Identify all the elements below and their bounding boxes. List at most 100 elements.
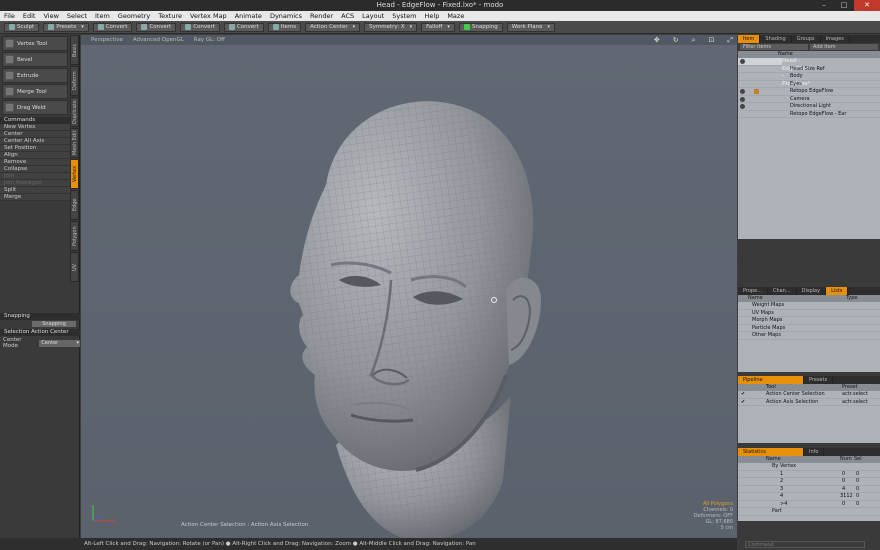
table-row[interactable]: 200	[738, 478, 880, 486]
list-item[interactable]: Head - EdgeFlow - Fixed.lxo*	[738, 58, 810, 87]
filter-items-dropdown[interactable]: Filter Items	[740, 44, 808, 50]
symmetry-dropdown[interactable]: Symmetry: X	[364, 22, 418, 32]
center-mode-select[interactable]: Center	[39, 339, 80, 347]
list-item[interactable]: Camera	[738, 96, 880, 103]
tab-groups[interactable]: Groups	[792, 35, 821, 43]
tab-statistics[interactable]: Statistics	[738, 448, 804, 456]
visibility-eye-icon[interactable]	[740, 59, 745, 64]
menu-edit[interactable]: Edit	[19, 11, 40, 21]
check-icon[interactable]: ✔	[741, 391, 745, 399]
tab-basic[interactable]: Basic	[70, 35, 79, 65]
drag-weld-button[interactable]: Drag Weld	[2, 100, 68, 115]
table-row[interactable]: >4 0 0	[738, 500, 880, 508]
convert-button-3[interactable]: Convert	[180, 22, 220, 32]
tab-info[interactable]: Info	[804, 448, 825, 456]
list-item[interactable]: Retopo EdgeFlow - Ear	[738, 111, 880, 118]
3d-viewport[interactable]: Perspective Advanced OpenGL Ray GL: Off …	[81, 35, 737, 542]
table-row[interactable]: 4 3112 0	[738, 493, 880, 501]
menu-maze[interactable]: Maze	[443, 11, 468, 21]
cmd-set-position[interactable]: Set Position	[0, 145, 70, 152]
list-item[interactable]: UV Maps	[738, 310, 880, 317]
lock-icon[interactable]	[754, 89, 759, 94]
view-advanced-opengl[interactable]: Advanced OpenGL	[133, 37, 184, 43]
rotate-view-icon[interactable]: ↻	[673, 36, 679, 44]
table-row[interactable]: 340	[738, 485, 880, 493]
tab-shading[interactable]: Shading	[760, 35, 792, 43]
menu-dynamics[interactable]: Dynamics	[266, 11, 306, 21]
menu-animate[interactable]: Animate	[231, 11, 266, 21]
tab-vertex[interactable]: Vertex	[70, 159, 79, 189]
menu-render[interactable]: Render	[306, 11, 337, 21]
items-button[interactable]: Items	[267, 22, 302, 32]
check-icon[interactable]: ✔	[741, 399, 745, 407]
menu-file[interactable]: File	[0, 11, 19, 21]
list-item[interactable]: Body	[738, 73, 880, 81]
table-row[interactable]: ✔ Action Axis Selection actr.select	[738, 399, 880, 407]
cmd-new-vertex[interactable]: New Vertex	[0, 124, 70, 131]
cmd-split[interactable]: Split	[0, 187, 70, 194]
tab-item[interactable]: Item	[738, 35, 761, 43]
tab-polygon[interactable]: Polygon	[70, 221, 79, 251]
list-item[interactable]: Head Size Ref	[738, 66, 880, 73]
snapping-button[interactable]: Snapping	[32, 321, 76, 327]
list-item[interactable]: Directional Light	[738, 103, 880, 111]
cmd-collapse[interactable]: Collapse	[0, 166, 70, 173]
menu-texture[interactable]: Texture	[154, 11, 186, 21]
maximize-view-icon[interactable]: ⤢	[727, 36, 733, 44]
fit-view-icon[interactable]: ⊡	[709, 36, 715, 44]
tab-display[interactable]: Display	[797, 287, 827, 295]
close-button[interactable]: ✕	[854, 0, 880, 11]
action-center-dropdown[interactable]: Action Center	[305, 22, 361, 32]
extrude-button[interactable]: Extrude	[2, 68, 68, 83]
tab-deform[interactable]: Deform	[70, 66, 79, 96]
list-item[interactable]: Other Maps	[738, 332, 880, 340]
zoom-view-icon[interactable]: ⌕	[692, 36, 696, 44]
list-item[interactable]: Eyes	[738, 81, 880, 88]
table-row[interactable]: Part	[738, 508, 880, 516]
list-item[interactable]: Particle Maps	[738, 325, 880, 332]
tab-images[interactable]: Images	[821, 35, 850, 43]
list-item[interactable]: Weight Maps	[738, 302, 880, 310]
cmd-remove[interactable]: Remove	[0, 159, 70, 166]
vertex-tool-button[interactable]: Vertex Tool	[2, 36, 68, 51]
sculpt-button[interactable]: Sculpt	[4, 22, 40, 32]
list-item[interactable]: Retopo EdgeFlow	[738, 88, 880, 96]
tab-pipeline[interactable]: Pipeline	[738, 376, 804, 384]
menu-select[interactable]: Select	[63, 11, 91, 21]
bevel-button[interactable]: Bevel	[2, 52, 68, 67]
selection-action-center-header[interactable]: Selection Action Center	[0, 329, 80, 336]
work-plane-dropdown[interactable]: Work Plane	[506, 22, 556, 32]
tab-edge[interactable]: Edge	[70, 190, 79, 220]
tab-channels[interactable]: Chan...	[768, 287, 797, 295]
tab-lists[interactable]: Lists	[826, 287, 849, 295]
menu-system[interactable]: System	[388, 11, 420, 21]
command-input[interactable]: Command	[745, 541, 865, 548]
presets-button[interactable]: Presets	[43, 22, 89, 32]
add-item-dropdown[interactable]: Add Item	[810, 44, 878, 50]
menu-acs[interactable]: ACS	[337, 11, 358, 21]
convert-button-1[interactable]: Convert	[92, 22, 133, 32]
list-item[interactable]: Morph Maps	[738, 317, 880, 325]
table-row[interactable]: ✔ Action Center Selection actr.select	[738, 391, 880, 399]
tab-properties[interactable]: Prope...	[738, 287, 768, 295]
merge-tool-button[interactable]: Merge Tool	[2, 84, 68, 99]
snapping-header[interactable]: Snapping	[0, 313, 80, 320]
menu-help[interactable]: Help	[421, 11, 444, 21]
move-view-icon[interactable]: ✥	[654, 36, 660, 44]
tab-presets[interactable]: Presets	[804, 376, 834, 384]
maximize-button[interactable]: □	[834, 0, 854, 11]
tab-uv[interactable]: UV	[70, 252, 79, 282]
menu-item[interactable]: Item	[91, 11, 114, 21]
snapping-toggle[interactable]: Snapping	[458, 22, 503, 32]
view-perspective[interactable]: Perspective	[91, 37, 123, 43]
visibility-eye-icon[interactable]	[740, 89, 745, 94]
cmd-align[interactable]: Align	[0, 152, 70, 159]
menu-layout[interactable]: Layout	[358, 11, 388, 21]
minimize-button[interactable]: –	[814, 0, 834, 11]
tab-duplicate[interactable]: Duplicate	[70, 97, 79, 127]
falloff-dropdown[interactable]: Falloff	[421, 22, 455, 32]
cmd-merge[interactable]: Merge	[0, 194, 70, 201]
view-raygl[interactable]: Ray GL: Off	[194, 37, 225, 43]
tab-mesh-edit[interactable]: Mesh Edit	[70, 128, 79, 158]
cmd-center[interactable]: Center	[0, 131, 70, 138]
